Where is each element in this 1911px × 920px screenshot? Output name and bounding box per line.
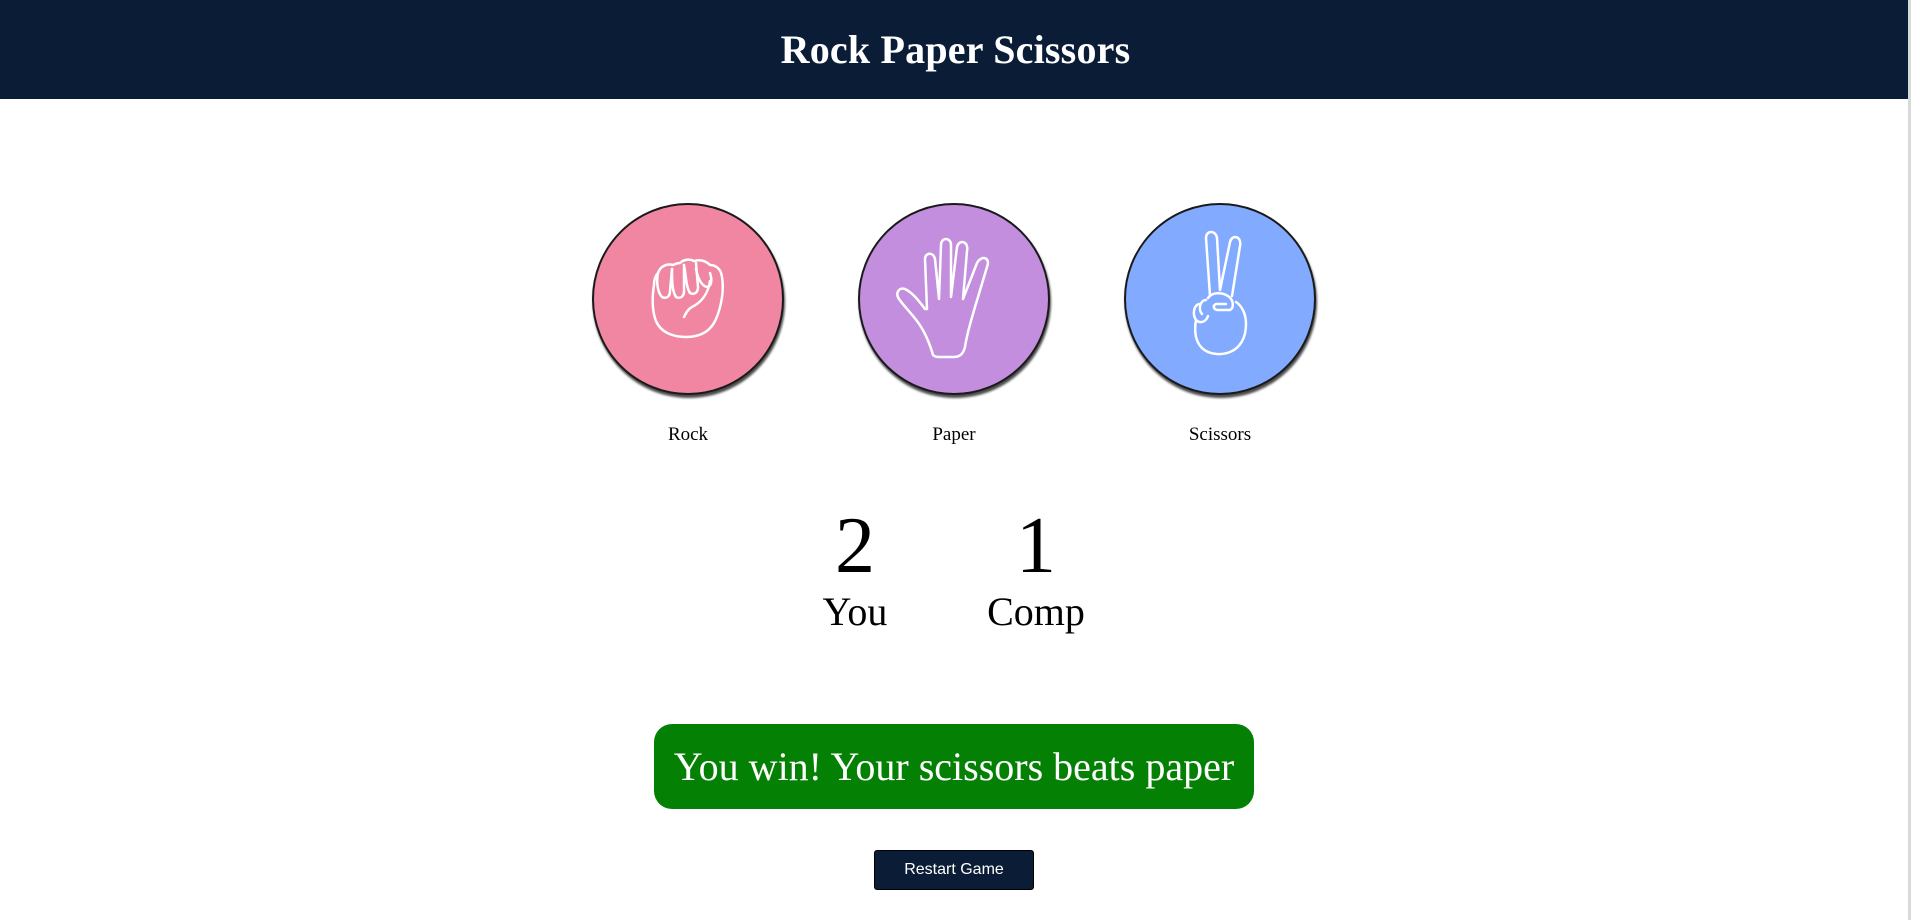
scissors-choice-button[interactable]: Scissors <box>1124 203 1316 446</box>
rock-label: Rock <box>667 424 709 445</box>
comp-score-value: 1 <box>1016 502 1056 590</box>
rock-circle[interactable] <box>592 203 784 395</box>
comp-score-label: Comp <box>987 589 1085 634</box>
result-message: You win! Your scissors beats paper <box>654 724 1254 809</box>
restart-game-button[interactable]: Restart Game <box>874 850 1034 890</box>
user-score: 2 You <box>800 500 910 632</box>
choices-row: Rock Paper Scissors <box>0 203 1911 453</box>
paper-label: Paper <box>932 424 976 445</box>
paper-choice-button[interactable]: Paper <box>858 203 1050 446</box>
rock-fist-icon <box>651 258 724 339</box>
rock-choice-button[interactable]: Rock <box>592 203 784 446</box>
user-score-value: 2 <box>835 502 875 590</box>
paper-circle[interactable] <box>858 203 1050 395</box>
scissors-label: Scissors <box>1188 424 1252 445</box>
scissors-circle[interactable] <box>1124 203 1316 395</box>
scoreboard: 2 You 1 Comp <box>0 500 1911 650</box>
page-title: Rock Paper Scissors <box>780 27 1131 72</box>
scissors-hand-icon <box>1192 230 1248 356</box>
user-score-label: You <box>822 589 888 634</box>
comp-score: 1 Comp <box>970 500 1102 632</box>
paper-hand-icon <box>896 237 990 359</box>
app-header: Rock Paper Scissors <box>0 0 1911 99</box>
